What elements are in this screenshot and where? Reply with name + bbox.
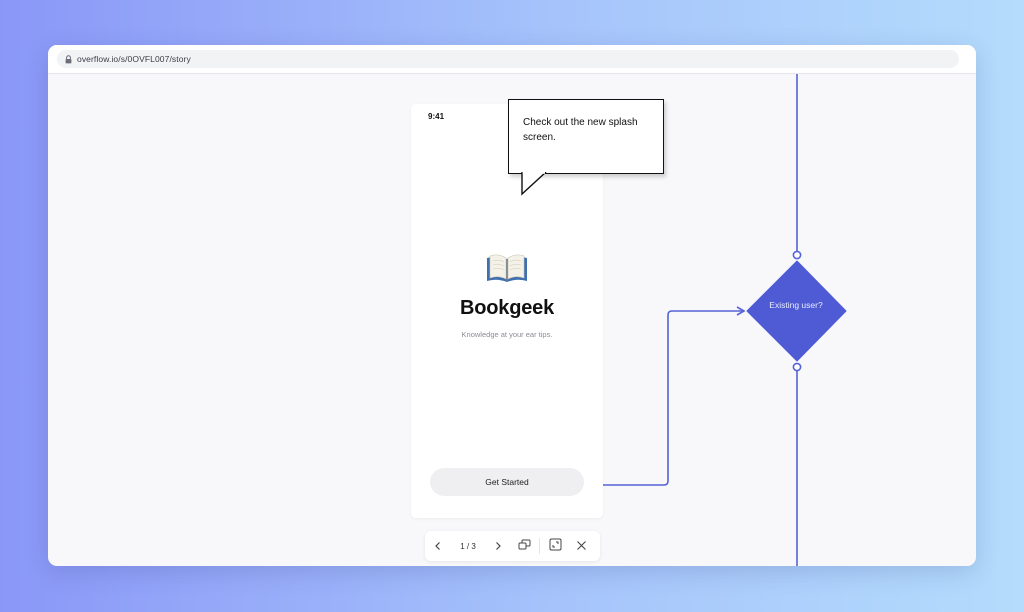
- toolbar-divider: [539, 538, 540, 554]
- close-icon: [576, 539, 587, 554]
- url-text: overflow.io/s/0OVFL007/story: [77, 54, 191, 64]
- prototype-canvas: Existing user? 9:41 Bookgeek Knowledge a…: [48, 74, 976, 566]
- decision-top-node: [792, 250, 802, 260]
- comment-bubble[interactable]: Check out the new splash screen.: [508, 99, 664, 174]
- connector-cta-to-decision: [587, 310, 742, 486]
- fit-screen-button[interactable]: [542, 533, 568, 559]
- address-bar[interactable]: overflow.io/s/0OVFL007/story: [57, 50, 959, 68]
- previous-button[interactable]: [425, 533, 451, 559]
- present-button[interactable]: [511, 533, 537, 559]
- fit-screen-icon: [549, 538, 562, 554]
- decision-bottom-node: [792, 362, 802, 372]
- page-indicator: 1 / 3: [460, 541, 476, 551]
- decision-node-existing-user[interactable]: [746, 261, 846, 361]
- browser-toolbar: overflow.io/s/0OVFL007/story: [48, 45, 976, 74]
- chevron-left-icon: [433, 539, 443, 554]
- comment-text: Check out the new splash screen.: [523, 117, 638, 143]
- app-subtitle: Knowledge at your ear tips.: [461, 330, 553, 339]
- open-book-icon: [485, 250, 529, 286]
- presentation-toolbar: 1 / 3: [425, 531, 600, 561]
- lock-icon: [63, 54, 73, 64]
- chevron-right-icon: [493, 539, 503, 554]
- decision-label: Existing user?: [769, 300, 823, 310]
- browser-window: overflow.io/s/0OVFL007/story Existing us…: [48, 45, 976, 566]
- comment-bubble-tail: [521, 172, 547, 196]
- present-icon: [518, 539, 531, 554]
- get-started-button[interactable]: Get Started: [430, 468, 584, 496]
- app-title: Bookgeek: [460, 297, 554, 319]
- status-bar-time: 9:41: [428, 112, 445, 121]
- close-button[interactable]: [568, 533, 594, 559]
- next-button[interactable]: [485, 533, 511, 559]
